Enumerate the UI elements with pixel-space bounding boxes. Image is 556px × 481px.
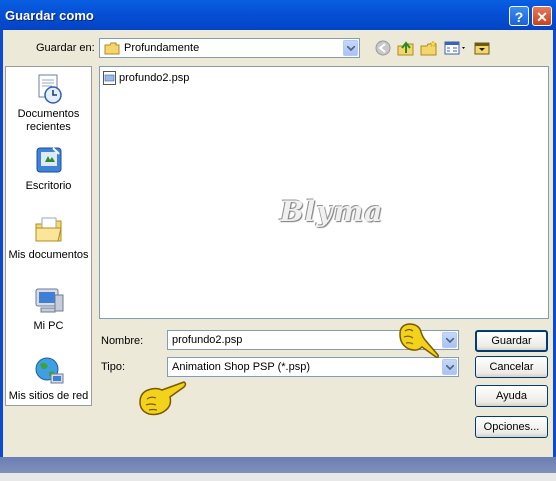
name-label: Nombre: (101, 335, 144, 347)
place-label: Documentos recientes (17, 108, 80, 133)
chevron-down-icon[interactable] (442, 332, 457, 348)
file-type-value: Animation Shop PSP (*.psp) (172, 361, 310, 373)
close-button[interactable]: ✕ (532, 6, 552, 26)
location-value: Profundamente (124, 42, 200, 54)
watermark: Blyma (280, 195, 384, 228)
folder-icon (104, 42, 120, 55)
chevron-down-icon[interactable] (343, 40, 358, 56)
place-label: Mis sitios de red (8, 390, 89, 402)
window-title: Guardar como (5, 8, 94, 23)
new-folder-icon[interactable] (420, 40, 438, 56)
window-frame-left (0, 30, 3, 460)
place-recent-documents[interactable]: Documentos recientes (6, 73, 91, 134)
help-button[interactable]: Ayuda (475, 385, 548, 407)
title-bar[interactable]: Guardar como ? ✕ (0, 0, 556, 30)
file-name-value: profundo2.psp (172, 334, 243, 346)
pointing-hand-icon (399, 323, 439, 358)
place-desktop[interactable]: Escritorio (6, 145, 91, 193)
place-label: Mi PC (33, 320, 64, 332)
network-places-icon (35, 357, 63, 384)
my-documents-icon (35, 217, 62, 242)
place-network[interactable]: Mis sitios de red (6, 355, 91, 403)
up-folder-icon[interactable] (397, 40, 415, 56)
recent-documents-icon (38, 74, 62, 104)
pointing-hand-icon (139, 381, 187, 416)
back-icon[interactable] (375, 40, 393, 56)
desktop-icon (36, 147, 61, 173)
my-computer-icon (35, 288, 63, 313)
options-button[interactable]: Opciones... (475, 416, 548, 438)
window-frame-bottom (0, 457, 556, 473)
location-combo[interactable]: Profundamente (99, 38, 360, 58)
file-list[interactable]: profundo2.psp Blyma (99, 66, 549, 319)
save-button[interactable]: Guardar (475, 330, 548, 352)
psp-file-icon (103, 71, 116, 85)
places-bar: Documentos recientes Escritorio Mis docu… (5, 66, 92, 406)
type-label: Tipo: (101, 361, 126, 373)
chevron-down-icon[interactable] (442, 359, 457, 375)
place-label: Escritorio (25, 180, 72, 192)
file-name: profundo2.psp (119, 72, 190, 84)
location-label: Guardar en: (36, 42, 95, 54)
views-menu-icon[interactable] (444, 40, 468, 56)
help-title-button[interactable]: ? (509, 6, 529, 26)
place-my-documents[interactable]: Mis documentos (6, 214, 91, 262)
tools-icon[interactable] (473, 40, 491, 56)
place-my-computer[interactable]: Mi PC (6, 285, 91, 333)
place-label: Mis documentos (8, 249, 89, 261)
background-strip (0, 473, 556, 481)
cancel-button[interactable]: Cancelar (475, 356, 548, 378)
